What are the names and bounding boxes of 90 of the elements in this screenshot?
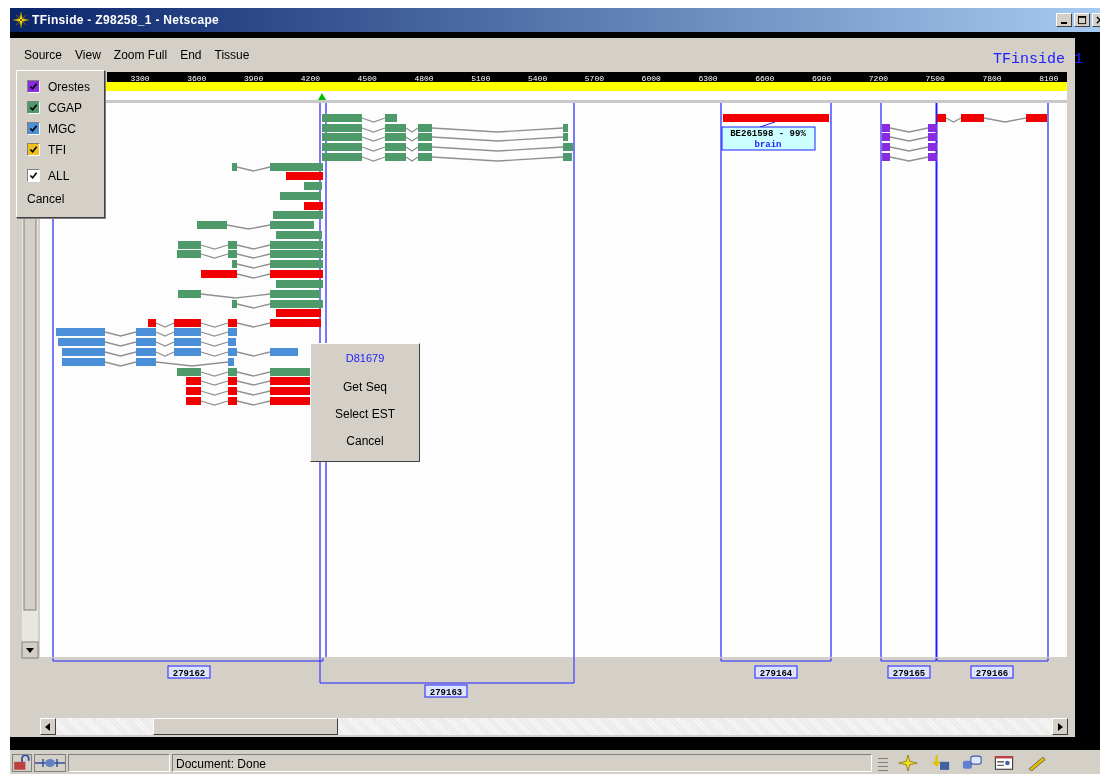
download-icon[interactable] [930,755,950,771]
gene-label[interactable]: 279165 [887,665,931,679]
tick-label: 5100 [471,73,491,83]
checkbox[interactable] [27,80,40,93]
source-label: MGC [48,121,76,136]
est-alignment[interactable] [62,358,234,367]
gene-label[interactable]: 279166 [970,665,1014,679]
est-alignment[interactable] [232,260,323,269]
est-alignment[interactable] [232,300,323,309]
est-alignment[interactable] [322,124,568,133]
est-alignment[interactable] [178,290,320,299]
tick-label: 5700 [584,73,604,83]
scroll-right-button[interactable] [1052,718,1068,735]
est-alignment[interactable] [201,270,323,279]
tick-label: 3600 [187,73,207,83]
app-label: TFinside 1 [993,51,1083,68]
tick-label: 3300 [130,73,150,83]
est-alignment[interactable] [186,387,310,396]
est-alignment[interactable] [197,221,314,230]
right-arrow-icon [1056,722,1064,731]
lock-icon [12,754,32,772]
tick-label: 5400 [528,73,548,83]
menu-item[interactable]: End [180,48,209,62]
est-alignment[interactable] [882,133,937,142]
status-text: Document: Done [172,754,872,772]
star-icon[interactable] [898,755,918,771]
tick-label: 6000 [641,73,661,83]
est-alignment[interactable] [232,163,323,172]
cancel-menu-item[interactable]: Cancel [27,192,104,206]
checkbox[interactable] [27,101,40,114]
minimize-button[interactable] [1056,13,1072,27]
minimize-icon [1061,22,1067,24]
pen-icon[interactable] [1026,755,1046,771]
est-alignment[interactable] [322,133,568,142]
est-alignment[interactable] [882,153,937,162]
est-alignment[interactable] [322,143,573,152]
tick-label: 4500 [357,73,377,83]
tick-label: 7800 [982,73,1002,83]
gene-label[interactable]: 279162 [167,665,211,679]
menu-item[interactable]: Source [24,48,70,62]
est-tooltip: BE261598 - 99% brain [721,126,816,151]
checkbox[interactable] [27,169,40,182]
est-alignment[interactable] [882,143,937,152]
checkbox[interactable] [27,143,40,156]
maximize-button[interactable] [1074,13,1090,27]
tick-label: 6600 [755,73,775,83]
source-label: Orestes [48,79,90,94]
menu-item[interactable]: View [75,48,108,62]
left-arrow-icon [44,722,52,731]
gene-label[interactable]: 279164 [754,665,798,679]
context-menu-item[interactable]: Get Seq [343,379,387,407]
est-alignment[interactable] [186,377,310,386]
tick-label: 8100 [1039,73,1059,83]
est-alignment[interactable] [882,124,937,133]
est-alignment[interactable] [62,348,298,357]
est-alignment[interactable] [56,328,237,337]
context-menu-item[interactable]: Cancel [346,434,384,461]
context-menu-item[interactable]: Select EST [335,406,395,434]
menu-item[interactable]: Zoom Full [113,48,175,62]
est-alignment[interactable] [322,153,572,162]
est-accession: D81679 [345,352,385,366]
est-alignment[interactable] [177,368,310,377]
connection-icon [34,754,66,772]
source-label: CGAP [48,100,82,115]
tick-label: 4200 [300,73,320,83]
source-label: ALL [48,168,70,183]
checkbox[interactable] [27,122,40,135]
tick-label: 3900 [244,73,264,83]
menu-item[interactable]: Tissue [214,48,257,62]
est-alignment[interactable] [322,114,397,123]
source-label: TFI [48,142,66,157]
est-alignment[interactable] [178,241,323,250]
est-alignment[interactable] [58,338,236,347]
tick-label: 7200 [868,73,888,83]
est-alignment[interactable] [148,319,321,328]
tick-label: 6900 [812,73,832,83]
gene-label[interactable]: 279163 [424,684,468,698]
est-alignment[interactable] [186,397,310,406]
est-alignment[interactable] [177,250,323,259]
est-alignment[interactable] [937,114,1047,123]
address-card-icon[interactable] [994,755,1014,771]
maximize-icon [1077,15,1087,25]
window-title: TFinside - Z98258_1 - Netscape [32,13,220,27]
tick-label: 7500 [925,73,945,83]
scroll-left-button[interactable] [40,718,56,735]
tick-label: 6300 [698,73,718,83]
star-icon [13,12,29,28]
leader-line [759,121,776,128]
chat-icon[interactable] [962,755,982,771]
tick-label: 4800 [414,73,434,83]
